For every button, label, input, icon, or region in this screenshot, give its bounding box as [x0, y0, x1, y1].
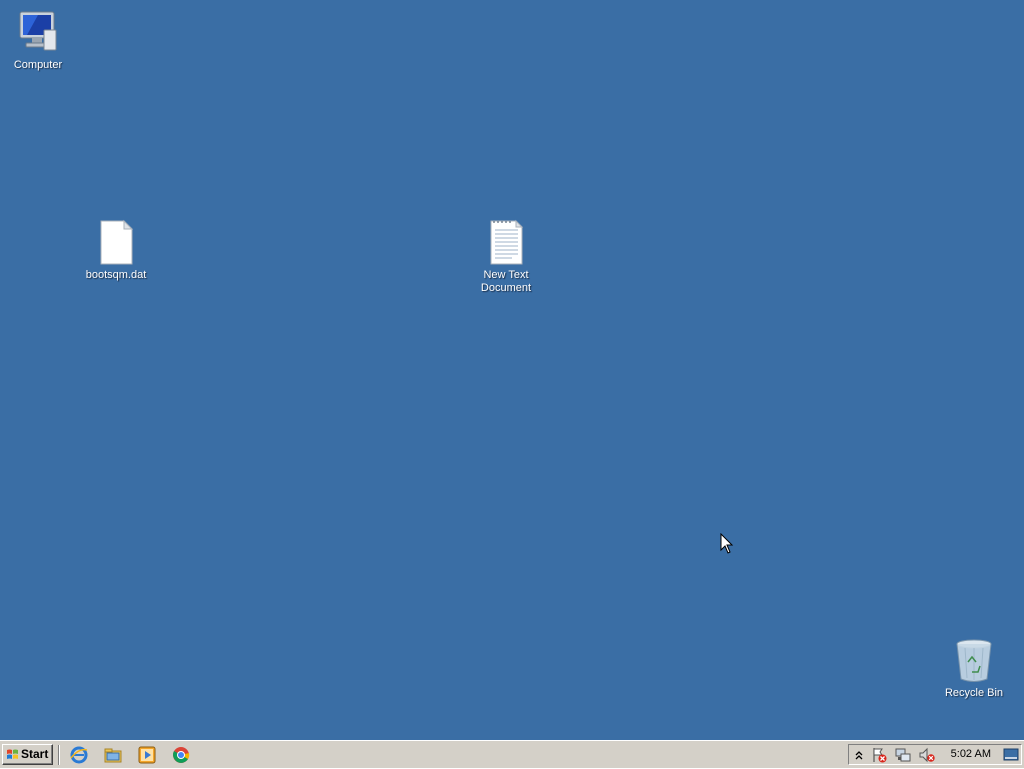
taskbar-separator: [58, 745, 60, 765]
desktop-icon-label: bootsqm.dat: [85, 269, 147, 281]
recycle-bin-icon: [950, 636, 998, 684]
computer-icon: [14, 8, 62, 56]
desktop-icon-computer[interactable]: Computer: [0, 8, 78, 72]
desktop-icon-label: Computer: [13, 59, 63, 71]
action-center-icon[interactable]: [871, 747, 887, 763]
notification-area: 5:02 AM: [848, 744, 1022, 765]
blank-file-icon: [92, 218, 140, 266]
show-hidden-icons-icon[interactable]: [851, 747, 867, 763]
start-label: Start: [21, 747, 49, 761]
desktop[interactable]: Computer bootsqm.dat New Text Document R…: [0, 0, 1024, 740]
show-desktop-icon[interactable]: [1003, 747, 1019, 763]
start-button[interactable]: Start: [2, 744, 53, 765]
network-icon[interactable]: [895, 747, 911, 763]
text-document-icon: [482, 218, 530, 266]
desktop-icon-label: New Text Document: [480, 269, 532, 294]
desktop-icon-bootsqm[interactable]: bootsqm.dat: [76, 218, 156, 282]
windows-explorer-icon[interactable]: [104, 746, 122, 764]
clock[interactable]: 5:02 AM: [951, 748, 991, 761]
taskbar: Start 5:02 AM: [0, 740, 1024, 768]
desktop-icon-recycle-bin[interactable]: Recycle Bin: [934, 636, 1014, 700]
desktop-icon-new-text-document[interactable]: New Text Document: [466, 218, 546, 295]
windows-logo-icon: [7, 749, 18, 759]
desktop-icon-label: Recycle Bin: [944, 687, 1004, 699]
volume-muted-icon[interactable]: [919, 747, 935, 763]
chrome-icon[interactable]: [172, 746, 190, 764]
internet-explorer-icon[interactable]: [70, 746, 88, 764]
mouse-cursor-icon: [720, 533, 734, 554]
media-player-icon[interactable]: [138, 746, 156, 764]
